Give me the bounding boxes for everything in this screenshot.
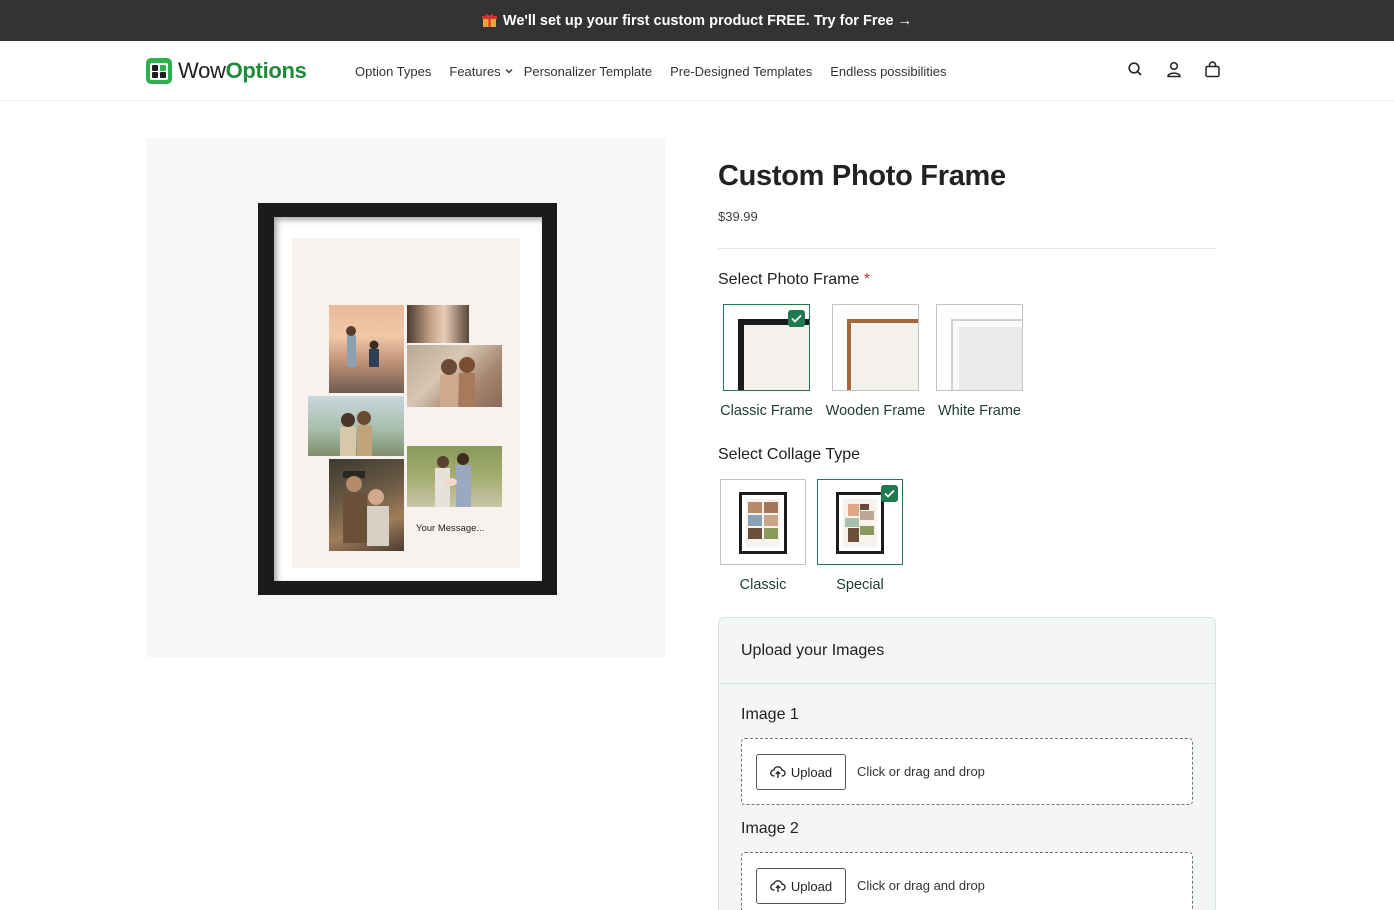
- nav-pre-designed-templates[interactable]: Pre-Designed Templates: [670, 64, 812, 79]
- collage-photo: [329, 459, 404, 551]
- product-title: Custom Photo Frame: [718, 160, 1006, 192]
- collage-paper: Your Message...: [292, 238, 520, 568]
- collage-photo: [407, 446, 502, 507]
- collage-option-label: Select Collage Type: [718, 446, 861, 463]
- image-1-dropzone[interactable]: Upload Click or drag and drop: [741, 738, 1193, 805]
- product-image[interactable]: Your Message...: [146, 138, 665, 657]
- product-info: Custom Photo Frame $39.99 Select Photo F…: [718, 138, 1216, 910]
- collage-caption-special: Special: [836, 577, 884, 593]
- frame-swatch-wooden[interactable]: [832, 304, 919, 391]
- account-icon[interactable]: [1164, 59, 1183, 79]
- image-1-upload-button[interactable]: Upload: [756, 754, 846, 790]
- gift-icon: [481, 13, 497, 28]
- upload-heading: Upload your Images: [719, 618, 1215, 684]
- brand-logo[interactable]: WowOptions: [146, 56, 307, 86]
- frame-option-label: Select Photo Frame *: [718, 271, 871, 288]
- classic-collage-thumb: [739, 492, 787, 554]
- frame-preview: Your Message...: [258, 203, 557, 595]
- collage-photo: [407, 345, 502, 407]
- frame-caption-classic: Classic Frame: [720, 403, 813, 419]
- collage-photo: [308, 396, 404, 456]
- nav-personalizer-template[interactable]: Personalizer Template: [524, 64, 652, 79]
- preview-message: Your Message...: [416, 523, 485, 534]
- announcement-text[interactable]: We'll set up your first custom product F…: [503, 13, 894, 29]
- collage-photo: [329, 305, 404, 393]
- frame-swatch-white[interactable]: [936, 304, 1023, 391]
- announcement-arrow: →: [897, 12, 913, 29]
- divider: [718, 248, 1216, 249]
- dropzone-hint: Click or drag and drop: [857, 878, 985, 893]
- nav-features[interactable]: Features: [449, 64, 513, 79]
- upload-button-label: Upload: [790, 878, 833, 894]
- image-1-label: Image 1: [741, 706, 799, 723]
- upload-button-label: Upload: [790, 764, 833, 780]
- nav-option-types[interactable]: Option Types: [355, 64, 431, 79]
- required-marker: *: [863, 271, 871, 288]
- main-nav: Option Types Features Personalizer Templ…: [355, 41, 965, 101]
- wooden-frame-thumb: [847, 319, 918, 390]
- collage-swatch-special[interactable]: [817, 479, 903, 565]
- check-icon: [788, 310, 805, 327]
- dropzone-hint: Click or drag and drop: [857, 764, 985, 779]
- nav-features-label: Features: [449, 63, 501, 79]
- brand-name: WowOptions: [178, 58, 307, 83]
- collage-caption-classic: Classic: [739, 577, 787, 593]
- logo-icon: [146, 58, 172, 84]
- frame-mat: Your Message...: [274, 217, 542, 581]
- white-frame-thumb: [951, 319, 1022, 390]
- nav-endless-possibilities[interactable]: Endless possibilities: [830, 64, 946, 79]
- frame-caption-white: White Frame: [938, 403, 1021, 419]
- frame-swatch-classic[interactable]: [723, 304, 810, 391]
- cloud-upload-icon: [770, 765, 786, 779]
- upload-panel: Upload your Images Image 1 Upload Click …: [718, 617, 1216, 910]
- check-icon: [881, 485, 898, 502]
- image-2-upload-button[interactable]: Upload: [756, 868, 846, 904]
- site-header: WowOptions Option Types Features Persona…: [0, 41, 1394, 101]
- search-icon[interactable]: [1125, 59, 1144, 79]
- frame-caption-wooden: Wooden Frame: [825, 403, 926, 419]
- product-price: $39.99: [718, 209, 758, 224]
- image-2-label: Image 2: [741, 820, 799, 837]
- image-2-dropzone[interactable]: Upload Click or drag and drop: [741, 852, 1193, 910]
- collage-swatch-classic[interactable]: [720, 479, 806, 565]
- cloud-upload-icon: [770, 879, 786, 893]
- cart-icon[interactable]: [1203, 59, 1222, 79]
- collage-photo: [407, 305, 469, 343]
- announcement-bar[interactable]: We'll set up your first custom product F…: [0, 0, 1394, 41]
- header-actions: [1125, 59, 1222, 79]
- chevron-down-icon: [504, 66, 514, 76]
